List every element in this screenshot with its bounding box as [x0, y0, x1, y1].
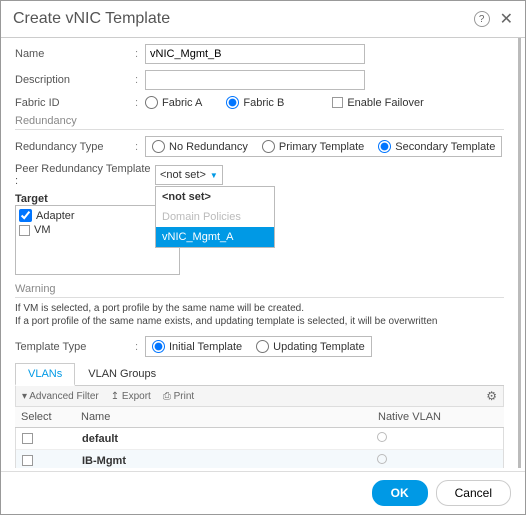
close-icon[interactable]: ✕: [500, 9, 513, 29]
advanced-filter-button[interactable]: ▾ Advanced Filter: [22, 391, 99, 402]
create-vnic-dialog: Create vNIC Template ? ✕ Name : Descript…: [0, 0, 526, 515]
dialog-footer: OK Cancel: [1, 471, 525, 514]
fabric-b-radio[interactable]: Fabric B: [226, 96, 284, 109]
template-type-label: Template Type: [15, 341, 135, 353]
dialog-title: Create vNIC Template: [13, 10, 170, 28]
chevron-down-icon: ▼: [210, 171, 218, 180]
help-icon[interactable]: ?: [474, 11, 490, 27]
print-button[interactable]: ⎙ Print: [163, 391, 194, 402]
target-adapter-checkbox[interactable]: Adapter: [18, 208, 177, 223]
warning-text: If VM is selected, a port profile by the…: [15, 302, 504, 328]
native-vlan-radio[interactable]: [377, 432, 387, 442]
fabric-id-label: Fabric ID: [15, 97, 135, 109]
updating-template-radio[interactable]: Updating Template: [256, 340, 365, 353]
vlan-grid[interactable]: default IB-Mgmt Native VM-App-201: [15, 428, 504, 468]
export-button[interactable]: ↥ Export: [111, 391, 151, 402]
dropdown-domain-policies: Domain Policies: [156, 207, 274, 227]
grid-toolbar: ▾ Advanced Filter ↥ Export ⎙ Print ⚙: [15, 386, 504, 407]
name-label: Name: [15, 48, 135, 60]
dropdown-menu: <not set> Domain Policies vNIC_Mgmt_A: [155, 186, 275, 248]
redundancy-header: Redundancy: [15, 115, 504, 130]
peer-template-dropdown[interactable]: <not set> ▼ <not set> Domain Policies vN…: [155, 165, 223, 185]
description-label: Description: [15, 74, 135, 86]
initial-template-radio[interactable]: Initial Template: [152, 340, 242, 353]
peer-template-label: Peer Redundancy Template :: [15, 163, 155, 187]
dropdown-vnic-mgmt-a[interactable]: vNIC_Mgmt_A: [156, 227, 274, 247]
target-vm-checkbox[interactable]: VM: [18, 223, 177, 237]
description-input[interactable]: [145, 70, 365, 90]
no-redundancy-radio[interactable]: No Redundancy: [152, 140, 248, 153]
warning-header: Warning: [15, 283, 504, 298]
secondary-template-radio[interactable]: Secondary Template: [378, 140, 495, 153]
dropdown-not-set[interactable]: <not set>: [156, 187, 274, 207]
redundancy-type-label: Redundancy Type: [15, 141, 135, 153]
primary-template-radio[interactable]: Primary Template: [262, 140, 364, 153]
row-select-checkbox[interactable]: [22, 455, 33, 466]
table-row: IB-Mgmt: [16, 450, 503, 468]
native-vlan-radio[interactable]: [377, 454, 387, 464]
tab-vlans[interactable]: VLANs: [15, 363, 75, 386]
tab-vlan-groups[interactable]: VLAN Groups: [75, 363, 169, 385]
gear-icon[interactable]: ⚙: [486, 389, 497, 403]
table-row: default: [16, 428, 503, 450]
grid-header: Select Name Native VLAN: [15, 407, 504, 428]
title-bar: Create vNIC Template ? ✕: [1, 1, 525, 38]
fabric-a-radio[interactable]: Fabric A: [145, 96, 202, 109]
enable-failover-checkbox[interactable]: Enable Failover: [332, 97, 423, 109]
name-input[interactable]: [145, 44, 365, 64]
ok-button[interactable]: OK: [372, 480, 428, 506]
row-select-checkbox[interactable]: [22, 433, 33, 444]
cancel-button[interactable]: Cancel: [436, 480, 511, 506]
